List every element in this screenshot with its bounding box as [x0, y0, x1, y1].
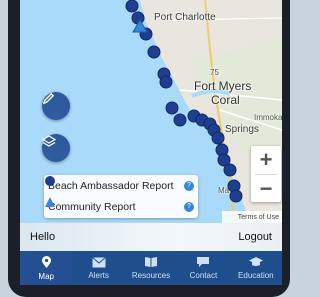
map-view[interactable]: Port Charlotte 75 Fort Myers Coral Immok…: [20, 0, 282, 223]
nav-label: Resources: [131, 271, 171, 280]
map-place-label: Springs: [225, 124, 259, 135]
phone-frame: Port Charlotte 75 Fort Myers Coral Immok…: [8, 0, 290, 297]
map-place-label: Ma: [218, 186, 230, 195]
nav-item-alerts[interactable]: Alerts: [72, 251, 124, 285]
nav-item-education[interactable]: Education: [230, 251, 282, 285]
legend-item-community: Community Report ?: [44, 196, 198, 217]
zoom-in-button[interactable]: +: [251, 146, 281, 174]
terms-of-use-link[interactable]: Terms of Use: [238, 214, 279, 221]
layers-button[interactable]: [42, 134, 70, 162]
map-pin-icon: [41, 255, 51, 268]
nav-item-map[interactable]: Map: [20, 251, 73, 285]
logout-button[interactable]: Logout: [238, 231, 272, 243]
zoom-control: + −: [251, 146, 281, 202]
map-place-label: Port Charlotte: [154, 12, 216, 23]
legend-label: Community Report: [48, 200, 136, 213]
map-attribution: Terms of Use: [222, 211, 282, 223]
nav-label: Alerts: [88, 270, 109, 280]
map-legend: Beach Ambassador Report ? Community Repo…: [44, 175, 198, 218]
map-place-label: 75: [210, 68, 219, 77]
nav-label: Education: [238, 271, 274, 280]
legend-item-beach-ambassador: Beach Ambassador Report ?: [44, 175, 198, 196]
layers-icon: [42, 135, 56, 147]
nav-item-contact[interactable]: Contact: [177, 251, 229, 285]
nav-label: Map: [38, 271, 54, 281]
triangle-marker-icon: [45, 197, 55, 207]
chat-icon: [197, 257, 210, 267]
pencil-icon: [42, 92, 55, 105]
map-place-label: Coral: [211, 93, 240, 107]
info-icon[interactable]: ?: [184, 201, 194, 212]
edit-button[interactable]: [42, 92, 70, 120]
bottom-nav: Map Alerts Resources Contact Education: [20, 251, 282, 285]
legend-label: Beach Ambassador Report: [48, 179, 174, 192]
circle-marker-icon: [45, 176, 55, 186]
user-bar: Hello Logout: [20, 223, 282, 251]
nav-item-resources[interactable]: Resources: [125, 251, 177, 285]
map-place-label: Immoka: [254, 113, 282, 122]
zoom-out-button[interactable]: −: [251, 175, 281, 203]
map-place-label: Fort Myers: [194, 79, 252, 93]
greeting-text: Hello: [30, 231, 56, 243]
nav-label: Contact: [189, 271, 218, 280]
info-icon[interactable]: ?: [184, 180, 194, 191]
graduation-cap-icon: [248, 257, 263, 266]
envelope-icon: [91, 256, 106, 267]
book-icon: [145, 257, 158, 267]
